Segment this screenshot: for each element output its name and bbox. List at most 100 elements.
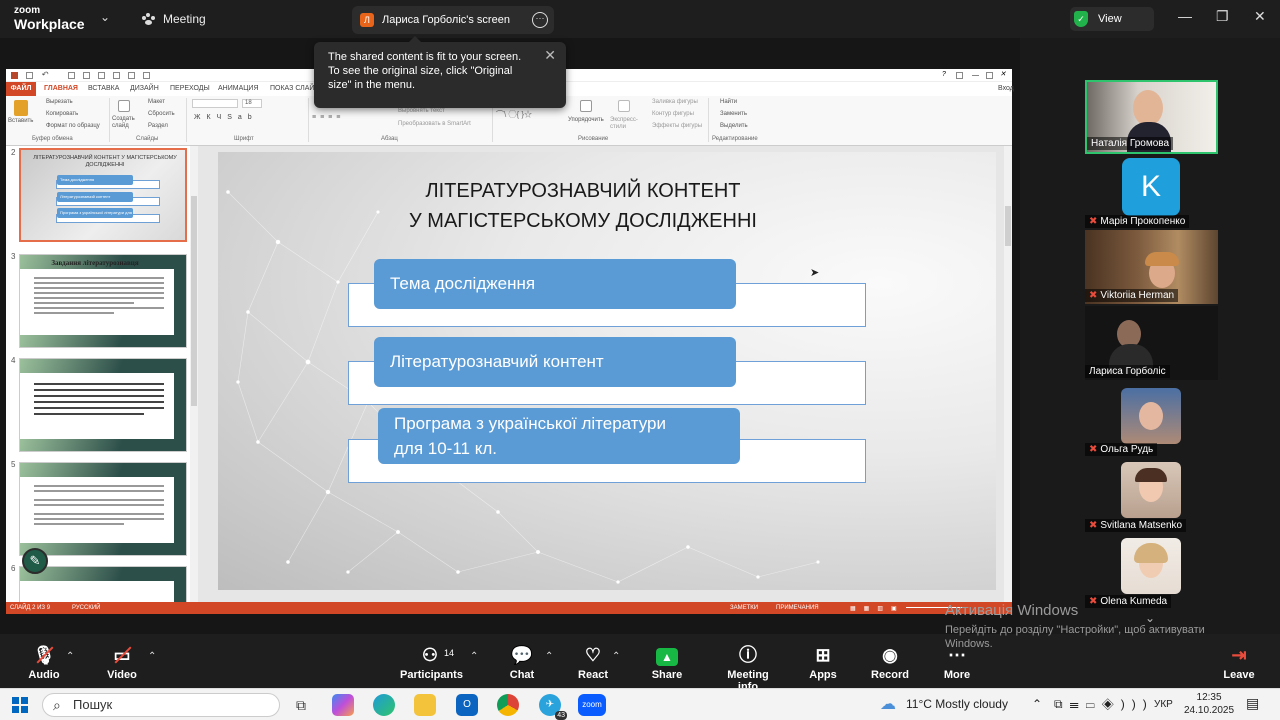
share-screen-tab[interactable]: Л Лариса Горболіс's screen ··· <box>352 6 554 34</box>
meeting-info-button[interactable]: ⓘ Meeting info <box>716 642 780 693</box>
participant-tile[interactable]: ✖ Olena Kumeda <box>1085 536 1218 610</box>
qat-icon[interactable] <box>68 72 75 79</box>
new-slide-button[interactable]: Создать слайд <box>112 116 138 130</box>
notes-button[interactable]: ЗАМЕТКИ <box>730 605 758 611</box>
qat-icon[interactable] <box>98 72 105 79</box>
font-size-box[interactable]: 18 <box>242 99 262 108</box>
qat-icon[interactable] <box>143 72 150 79</box>
layout-button[interactable]: Макет <box>148 99 165 105</box>
sign-in-link[interactable]: Вход <box>998 85 1014 92</box>
weather-text[interactable]: 11°C Mostly cloudy <box>906 697 1008 711</box>
select-button[interactable]: Выделить <box>720 123 748 129</box>
react-button[interactable]: ♡ React <box>576 642 610 681</box>
windows-start-icon[interactable] <box>12 697 28 713</box>
slide-thumbnail-6[interactable] <box>19 566 187 602</box>
participant-tile[interactable]: K ✖ Марія Прокопенко <box>1085 156 1218 230</box>
telegram-icon[interactable]: ✈ 43 <box>539 694 567 720</box>
font-name-box[interactable] <box>192 99 238 108</box>
tab-animation[interactable]: АНИМАЦИЯ <box>218 85 259 92</box>
tray-icons[interactable]: ⧉☰▭◈))) <box>1054 697 1154 712</box>
file-explorer-icon[interactable] <box>414 694 436 716</box>
close-icon[interactable]: ✕ <box>1254 8 1266 25</box>
thumbnails-scrollbar[interactable] <box>190 146 198 602</box>
replace-button[interactable]: Заменить <box>720 111 747 117</box>
tooltip-close-icon[interactable]: ✕ <box>544 48 556 62</box>
maximize-icon[interactable]: ❐ <box>1216 8 1229 25</box>
share-button[interactable]: ▲ Share <box>650 642 684 681</box>
view-button[interactable]: ✓ View <box>1070 7 1154 31</box>
align-text-button[interactable]: Выровнять текст <box>398 108 445 114</box>
chevron-up-icon[interactable]: ⌃ <box>545 651 553 662</box>
ppt-maximize-icon[interactable] <box>986 72 993 79</box>
shape-effects-button[interactable]: Эффекты фигуры <box>652 123 702 129</box>
font-style-buttons[interactable]: ЖКЧSab <box>194 114 258 121</box>
chevron-up-icon[interactable]: ⌃ <box>470 651 478 662</box>
list-item-label[interactable]: Програма з української літератури для 10… <box>378 408 740 464</box>
arrange-button[interactable]: Упорядочить <box>568 117 604 123</box>
annotate-pencil-icon[interactable]: ✎ <box>22 548 48 574</box>
help-icon[interactable]: ? <box>942 71 949 79</box>
language-indicator[interactable]: РУССКИЙ <box>72 605 100 611</box>
section-button[interactable]: Раздел <box>148 123 168 129</box>
reset-button[interactable]: Сбросить <box>148 111 175 117</box>
tray-overflow-icon[interactable]: ⌃ <box>1032 697 1042 711</box>
list-item-label[interactable]: Літературознавчий контент <box>374 337 736 387</box>
minimize-icon[interactable]: — <box>1178 8 1192 24</box>
editor-scrollbar[interactable] <box>1004 146 1012 602</box>
participant-tile[interactable]: ✖ Svitlana Matsenko <box>1085 460 1218 534</box>
video-button[interactable]: ▭ Video <box>104 642 140 681</box>
chevron-up-icon[interactable]: ⌃ <box>148 651 156 662</box>
shape-outline-button[interactable]: Контур фигуры <box>652 111 694 117</box>
ribbon-display-icon[interactable] <box>956 72 963 79</box>
chevron-up-icon[interactable]: ⌃ <box>66 651 74 662</box>
tab-file[interactable]: ФАЙЛ <box>6 82 36 96</box>
cut-button[interactable]: Вырезать <box>46 99 73 105</box>
ppt-close-icon[interactable]: ✕ <box>1000 71 1007 79</box>
taskbar-search-box[interactable]: ⌕ Пошук <box>42 693 280 717</box>
copy-button[interactable]: Копировать <box>46 111 78 117</box>
apps-button[interactable]: ⊞ Apps <box>808 642 838 681</box>
outlook-icon[interactable]: O <box>456 694 478 716</box>
save-icon[interactable] <box>26 72 33 79</box>
quick-styles-button[interactable]: Экспресс-стили <box>610 117 640 131</box>
smartart-button[interactable]: Преобразовать в SmartArt <box>398 121 471 127</box>
tab-transitions[interactable]: ПЕРЕХОДЫ <box>170 85 210 92</box>
paragraph-align-buttons[interactable]: ≡≡≡≡ <box>312 114 344 121</box>
notifications-icon[interactable]: ▤ <box>1246 695 1259 712</box>
task-view-icon[interactable]: ⧉ <box>290 694 312 716</box>
chrome-icon[interactable] <box>497 694 519 716</box>
zoom-app-icon[interactable]: zoom <box>578 694 606 716</box>
shape-fill-button[interactable]: Заливка фигуры <box>652 99 698 105</box>
qat-icon[interactable] <box>83 72 90 79</box>
current-slide[interactable]: ЛІТЕРАТУРОЗНАВЧИЙ КОНТЕНТ У МАГІСТЕРСЬКО… <box>218 152 996 590</box>
meeting-menu[interactable]: Meeting <box>142 12 206 26</box>
input-language[interactable]: УКР <box>1154 699 1173 710</box>
tab-slideshow[interactable]: ПОКАЗ СЛАЙ <box>270 85 314 92</box>
chevron-up-icon[interactable]: ⌃ <box>612 651 620 662</box>
tab-home[interactable]: ГЛАВНАЯ <box>44 85 78 92</box>
format-painter-button[interactable]: Формат по образцу <box>46 123 100 129</box>
record-button[interactable]: ◉ Record <box>870 642 910 681</box>
chat-button[interactable]: 💬 Chat <box>506 642 538 681</box>
participant-tile[interactable]: Наталія Громова <box>1085 80 1218 154</box>
qat-icon[interactable] <box>128 72 135 79</box>
chevron-down-icon[interactable]: ⌄ <box>100 10 110 24</box>
view-buttons[interactable]: ▦▦▥▣ <box>850 605 905 612</box>
more-options-icon[interactable]: ··· <box>532 12 548 28</box>
participants-button[interactable]: ⚇ 14 Participants <box>400 642 463 681</box>
comments-button[interactable]: ПРИМЕЧАНИЯ <box>776 605 819 611</box>
slide-thumbnail-5[interactable] <box>19 462 187 556</box>
ppt-minimize-icon[interactable] <box>972 72 979 76</box>
copilot-icon[interactable] <box>332 694 354 716</box>
edge-icon[interactable] <box>373 694 395 716</box>
participant-tile[interactable]: Лариса Горболіс <box>1085 306 1218 380</box>
undo-icon[interactable]: ↶ <box>41 71 48 79</box>
audio-button[interactable]: 🎙 Audio <box>26 642 62 681</box>
find-button[interactable]: Найти <box>720 99 737 105</box>
slide-thumbnail-3[interactable]: Завдання літературознавця <box>19 254 187 348</box>
slide-thumbnail-4[interactable] <box>19 358 187 452</box>
qat-icon[interactable] <box>113 72 120 79</box>
tab-insert[interactable]: ВСТАВКА <box>88 85 119 92</box>
slide-thumbnail-2[interactable]: ЛІТЕРАТУРОЗНАВЧИЙ КОНТЕНТ У МАГІСТЕРСЬКО… <box>19 148 187 242</box>
tab-design[interactable]: ДИЗАЙН <box>130 85 159 92</box>
